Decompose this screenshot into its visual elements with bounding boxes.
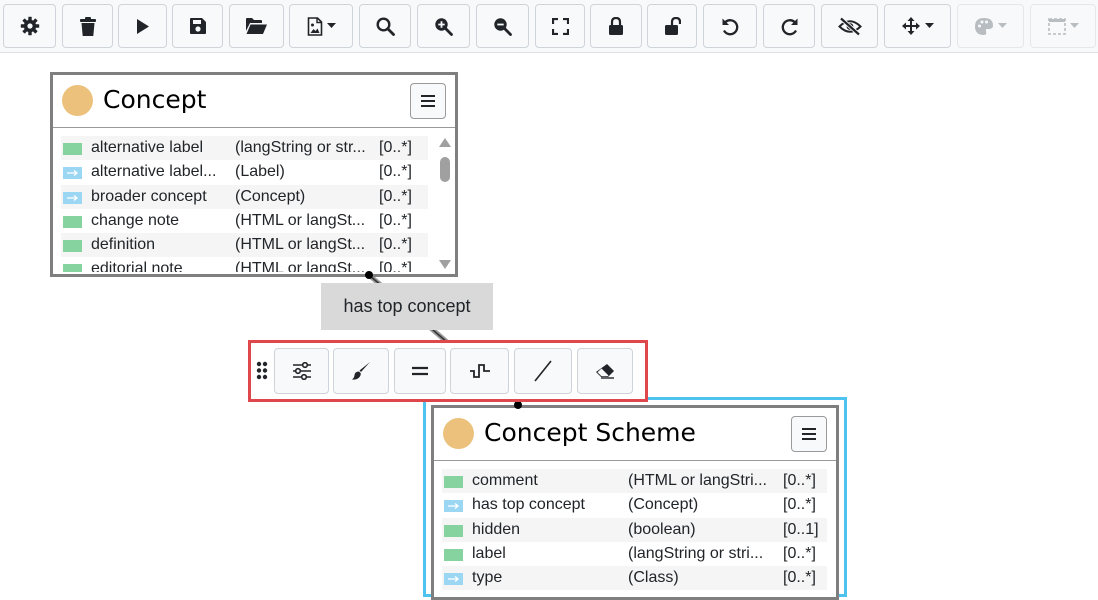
class-header: Concept [53,75,455,128]
open-button[interactable] [229,4,284,48]
selection-button[interactable] [1030,4,1096,48]
hamburger-icon [421,95,435,107]
list-item[interactable]: alternative label... (Label) [0..*] [61,160,428,184]
class-menu-button[interactable] [410,83,446,119]
link-style-button[interactable] [333,348,389,394]
list-item[interactable]: has top concept (Concept) [0..*] [442,493,827,517]
fit-to-screen-button[interactable] [535,4,585,48]
reference-arrow-icon [63,191,82,204]
fit-screen-icon [551,17,569,35]
zoom-out-button[interactable] [476,4,529,48]
lock-icon [609,16,623,35]
list-item[interactable]: definition (HTML or langSt... [0..*] [61,233,428,258]
chevron-down-icon [326,23,336,28]
class-title: Concept Scheme [484,418,696,447]
delete-button[interactable] [62,4,113,48]
settings-button[interactable] [3,4,56,48]
list-item[interactable]: change note (HTML or langSt... [0..*] [61,209,428,233]
move-arrows-icon [902,17,920,35]
move-button[interactable] [884,4,951,48]
eraser-icon [596,364,614,379]
gear-icon [20,16,39,36]
reference-arrow-icon [63,167,82,180]
redo-button[interactable] [763,4,815,48]
list-item[interactable]: type (Class) [0..*] [442,566,827,591]
trash-icon [79,16,96,36]
concept-class-box[interactable]: Concept alternative label (langString or… [50,72,458,277]
redo-icon [781,18,797,35]
class-header: Concept Scheme [434,408,836,461]
link-label[interactable]: has top concept [321,283,493,330]
list-item[interactable]: editorial note (HTML or langSt... [0..*] [61,257,428,272]
zoom-in-icon [435,17,453,36]
equals-icon [412,366,428,376]
export-image-icon [307,16,322,36]
eye-slash-icon [837,16,862,36]
play-icon [136,18,149,34]
search-button[interactable] [359,4,411,48]
undo-icon [722,18,738,35]
list-item[interactable]: broader concept (Concept) [0..*] [61,184,428,209]
attribute-icon [63,264,82,272]
search-icon [375,16,395,36]
link-line-type-button[interactable] [394,348,446,394]
concept-attribute-list: alternative label (langString or str... … [61,136,428,272]
color-button[interactable] [957,4,1024,48]
link-target-handle[interactable] [514,401,522,409]
link-properties-button[interactable] [274,348,329,394]
list-item[interactable]: comment (HTML or langStri... [0..*] [442,469,827,494]
link-toolbar [248,340,648,402]
attribute-list-scrollbar[interactable] [437,132,453,272]
attribute-icon [63,215,82,228]
unlock-icon [664,16,681,35]
hide-button[interactable] [821,4,878,48]
zoom-out-icon [494,17,512,36]
attribute-icon [63,240,82,253]
palette-icon [975,17,993,35]
concept-scheme-class-box[interactable]: Concept Scheme comment (HTML or langStri… [431,405,839,600]
chevron-down-icon [998,23,1007,28]
class-color-dot [443,418,474,449]
folder-open-icon [246,18,267,34]
attribute-icon [444,524,463,537]
paintbrush-icon [352,362,370,380]
hamburger-icon [802,428,816,440]
orthogonal-route-button[interactable] [450,348,509,394]
lock-button[interactable] [590,4,642,48]
reference-arrow-icon [444,500,463,513]
run-button[interactable] [118,4,167,48]
list-item[interactable]: hidden (boolean) [0..1] [442,517,827,542]
list-item[interactable]: label (langString or stri... [0..*] [442,542,827,566]
class-title: Concept [103,85,207,114]
unlock-button[interactable] [647,4,697,48]
save-icon [189,18,206,34]
concept-scheme-attribute-list: comment (HTML or langStri... [0..*] has … [442,469,827,599]
attribute-icon [444,476,463,488]
sliders-icon [292,362,311,380]
straight-route-button[interactable] [514,348,572,394]
drag-handle-icon[interactable] [256,361,268,380]
undo-button[interactable] [703,4,757,48]
straight-line-icon [534,360,552,382]
main-toolbar [0,0,1098,53]
export-image-button[interactable] [289,4,353,48]
selection-box-icon [1047,17,1066,35]
list-item[interactable]: alternative label (langString or str... … [61,136,428,161]
class-color-dot [62,85,93,116]
orthogonal-route-icon [469,364,490,378]
zoom-in-button[interactable] [417,4,470,48]
chevron-down-icon [1069,23,1079,28]
remove-link-button[interactable] [577,348,633,394]
link-source-handle[interactable] [365,271,373,279]
save-button[interactable] [172,4,223,48]
attribute-icon [63,143,82,155]
chevron-down-icon [925,23,934,28]
reference-arrow-icon [444,573,463,586]
class-menu-button[interactable] [791,416,827,452]
attribute-icon [444,548,463,561]
